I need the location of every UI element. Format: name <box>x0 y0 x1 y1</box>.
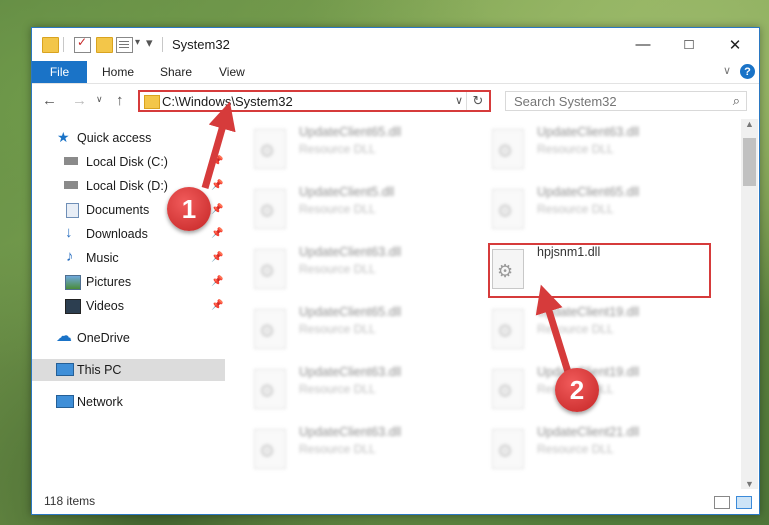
annotation-arrows <box>201 101 572 374</box>
arrow-to-address-bar <box>201 101 236 189</box>
arrow-to-file <box>535 284 572 374</box>
step-badge-2: 2 <box>555 368 599 412</box>
step-badge-1: 1 <box>167 187 211 231</box>
